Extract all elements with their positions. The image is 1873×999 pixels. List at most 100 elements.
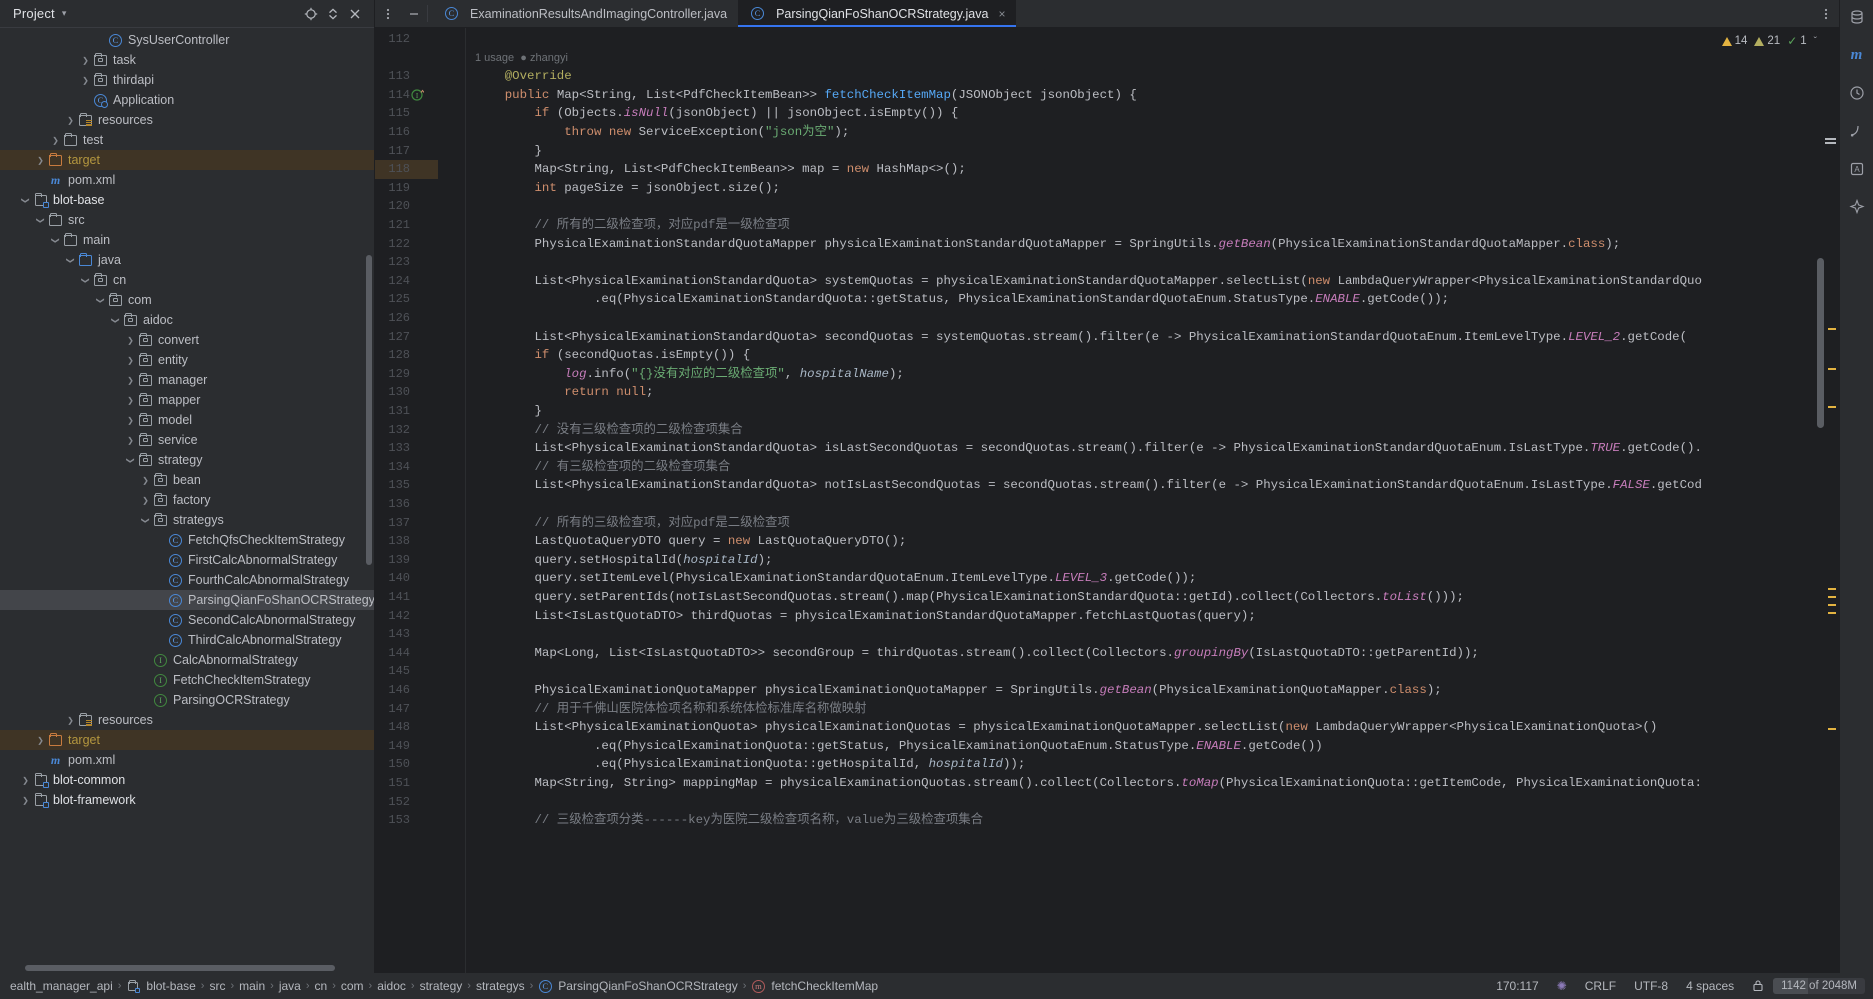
editor-scrollbar[interactable] [1817,258,1824,428]
tree-item-strategys[interactable]: ❯ strategys [0,510,374,530]
tree-item-mapper[interactable]: ❯ mapper [0,390,374,410]
maven-icon[interactable]: m [1844,42,1870,68]
code-line[interactable]: Map<Long, List<IsLastQuotaDTO>> secondGr… [475,644,1479,663]
tree-item-secondcalcabnormalstrategy[interactable]: C SecondCalcAbnormalStrategy [0,610,374,630]
inspection-markers-strip[interactable] [1825,28,1839,973]
structure-icon[interactable]: A [1844,156,1870,182]
tree-item-java[interactable]: ❯ java [0,250,374,270]
code-line[interactable]: query.setParentIds(notIsLastSecondQuotas… [475,588,1464,607]
collapse-arrow-icon[interactable]: ❯ [111,314,120,327]
tree-item-resources[interactable]: ❯ resources [0,710,374,730]
tree-item-pom-xml[interactable]: m pom.xml [0,170,374,190]
tree-item-src[interactable]: ❯ src [0,210,374,230]
code-line[interactable]: List<PhysicalExaminationStandardQuota> n… [475,476,1702,495]
code-line[interactable]: // 没有三级检查项的二级检查项集合 [475,421,743,440]
tree-item-fourthcalcabnormalstrategy[interactable]: C FourthCalcAbnormalStrategy [0,570,374,590]
project-panel-title[interactable]: Project [13,6,55,21]
tree-item-convert[interactable]: ❯ convert [0,330,374,350]
tree-item-aidoc[interactable]: ❯ aidoc [0,310,374,330]
code-line[interactable]: .eq(PhysicalExaminationQuota::getStatus,… [475,737,1323,756]
expand-arrow-icon[interactable]: ❯ [124,336,137,345]
collapse-arrow-icon[interactable]: ❯ [21,194,30,207]
code-line[interactable]: PhysicalExaminationQuotaMapper physicalE… [475,681,1442,700]
close-icon[interactable] [344,3,366,25]
code-line[interactable]: // 所有的二级检查项，对应pdf是一级检查项 [475,216,790,235]
expand-arrow-icon[interactable]: ❯ [79,56,92,65]
tree-item-target[interactable]: ❯ target [0,150,374,170]
collapse-all-icon[interactable] [322,3,344,25]
code-line[interactable]: } [475,142,542,161]
breadcrumb-item-com[interactable]: com [337,979,368,993]
tree-item-task[interactable]: ❯ task [0,50,374,70]
expand-arrow-icon[interactable]: ❯ [19,776,32,785]
weak-warnings-badge[interactable]: 21 [1754,35,1780,47]
code-line[interactable]: // 用于千佛山医院体检项名称和系统体检标准库名称做映射 [475,700,867,719]
code-line[interactable]: public Map<String, List<PdfCheckItemBean… [475,86,1137,105]
expand-arrow-icon[interactable]: ❯ [79,76,92,85]
database-icon[interactable] [1844,4,1870,30]
tree-item-target[interactable]: ❯ target [0,730,374,750]
tree-item-cn[interactable]: ❯ cn [0,270,374,290]
breadcrumb-item-main[interactable]: main [235,979,269,993]
tree-item-pom-xml[interactable]: m pom.xml [0,750,374,770]
breadcrumb-item-aidoc[interactable]: aidoc [373,979,410,993]
editor-tab-1[interactable]: C ParsingQianFoShanOCRStrategy.java × [738,0,1017,27]
tree-item-manager[interactable]: ❯ manager [0,370,374,390]
target-icon[interactable] [300,3,322,25]
expand-arrow-icon[interactable]: ❯ [64,716,77,725]
collapse-arrow-icon[interactable]: ❯ [36,214,45,227]
code-line[interactable]: LastQuotaQueryDTO query = new LastQuotaQ… [475,532,907,551]
tree-item-parsingqianfoshanocrstrategy[interactable]: C ParsingQianFoShanOCRStrategy [0,590,374,610]
chevron-down-icon[interactable]: ˇ [1814,36,1817,47]
tree-item-fetchcheckitemstrategy[interactable]: I FetchCheckItemStrategy [0,670,374,690]
checks-badge[interactable]: ✓ 1 [1787,34,1806,48]
sparkle-icon[interactable] [1844,194,1870,220]
warnings-badge[interactable]: 14 [1721,35,1747,47]
code-line[interactable]: @Override [475,67,572,86]
code-line[interactable]: // 有三级检查项的二级检查项集合 [475,458,731,477]
code-line[interactable]: List<PhysicalExaminationQuota> physicalE… [475,718,1658,737]
code-line[interactable]: .eq(PhysicalExaminationStandardQuota::ge… [475,290,1449,309]
breadcrumb-item-parsingqianfoshanocrstrategy[interactable]: C ParsingQianFoShanOCRStrategy [534,979,741,993]
collapse-arrow-icon[interactable]: ❯ [141,514,150,527]
inspection-widget[interactable]: 14 21 ✓ 1 ˇ [1721,34,1817,48]
expand-arrow-icon[interactable]: ❯ [124,436,137,445]
editor-code-area[interactable]: 1 usage ● zhangyi @Override public Map<S… [467,28,1839,973]
collapse-arrow-icon[interactable]: ❯ [126,454,135,467]
inlay-hint-usages[interactable]: 1 usage ● zhangyi [475,49,568,68]
expand-arrow-icon[interactable]: ❯ [124,396,137,405]
code-line[interactable]: List<IsLastQuotaDTO> thirdQuotas = physi… [475,607,1256,626]
code-line[interactable]: PhysicalExaminationStandardQuotaMapper p… [475,235,1621,254]
collapse-arrow-icon[interactable]: ❯ [51,234,60,247]
tree-item-bean[interactable]: ❯ bean [0,470,374,490]
tree-item-firstcalcabnormalstrategy[interactable]: C FirstCalcAbnormalStrategy [0,550,374,570]
lock-icon[interactable] [1743,979,1773,993]
ai-assistant-icon[interactable] [1844,80,1870,106]
breadcrumb-item-ealth-manager-api[interactable]: ealth_manager_api [6,979,117,993]
tree-item-blot-common[interactable]: ❯ blot-common [0,770,374,790]
tree-item-resources[interactable]: ❯ resources [0,110,374,130]
code-line[interactable]: if (Objects.isNull(jsonObject) || jsonOb… [475,104,959,123]
caret-position[interactable]: 170:117 [1487,979,1548,993]
code-line[interactable]: // 所有的三级检查项，对应pdf是二级检查项 [475,514,790,533]
file-encoding[interactable]: UTF-8 [1625,979,1677,993]
tree-item-parsingocrstrategy[interactable]: I ParsingOCRStrategy [0,690,374,710]
notifications-icon[interactable] [1844,118,1870,144]
code-line[interactable]: .eq(PhysicalExaminationQuota::getHospita… [475,755,1025,774]
project-tree-hscrollbar[interactable] [0,963,374,973]
code-line[interactable]: List<PhysicalExaminationStandardQuota> i… [475,439,1702,458]
line-separator[interactable]: CRLF [1576,979,1625,993]
indent-setting[interactable]: 4 spaces [1677,979,1743,993]
expand-arrow-icon[interactable]: ❯ [34,736,47,745]
code-line[interactable]: List<PhysicalExaminationStandardQuota> s… [475,328,1688,347]
breadcrumb-item-blot-base[interactable]: blot-base [122,979,199,993]
tree-item-calcabnormalstrategy[interactable]: I CalcAbnormalStrategy [0,650,374,670]
expand-arrow-icon[interactable]: ❯ [139,496,152,505]
tree-item-blot-framework[interactable]: ❯ blot-framework [0,790,374,810]
collapse-arrow-icon[interactable]: ❯ [66,254,75,267]
expand-arrow-icon[interactable]: ❯ [34,156,47,165]
tree-item-sysusercontroller[interactable]: C SysUserController [0,30,374,50]
code-line[interactable]: // 三级检查项分类------key为医院二级检查项名称，value为三级检查… [475,811,984,830]
tree-item-strategy[interactable]: ❯ strategy [0,450,374,470]
collapse-arrow-icon[interactable]: ❯ [81,274,90,287]
